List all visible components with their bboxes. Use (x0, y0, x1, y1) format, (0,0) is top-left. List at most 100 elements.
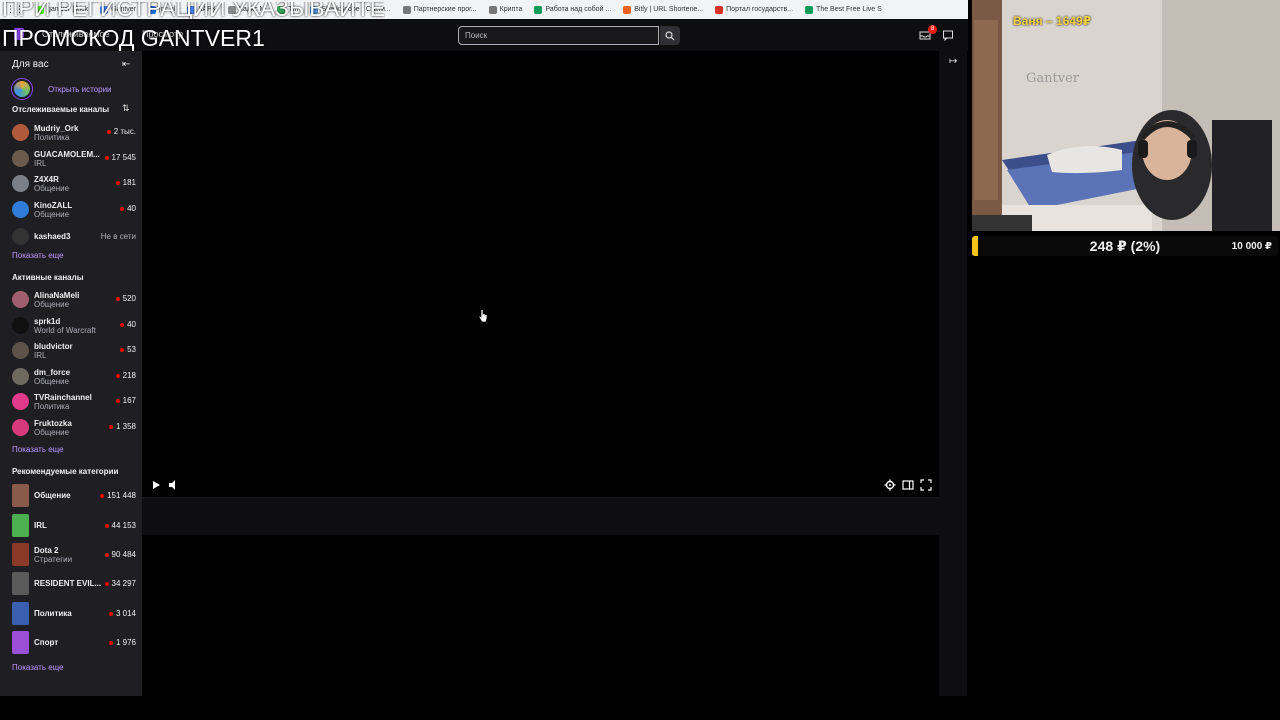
live-dot-icon (106, 129, 111, 134)
viewer-count-value: 1 976 (115, 638, 136, 647)
live-dot-icon (104, 523, 109, 528)
open-stories-label: Открыть истории (48, 84, 112, 94)
search-button[interactable] (660, 26, 680, 45)
active-channel-item[interactable]: dm_force Общение 218 (12, 367, 136, 389)
followed-channel-item[interactable]: Z4X4R Общение 181 (12, 174, 136, 196)
open-stories-button[interactable]: Открыть истории (12, 79, 112, 99)
video-player[interactable] (142, 51, 939, 497)
category-item[interactable]: Общение 151 448 (12, 484, 136, 508)
channel-avatar (12, 228, 29, 245)
viewer-count-value: 44 153 (111, 521, 136, 530)
bookmark-favicon-icon (488, 5, 497, 14)
play-icon[interactable] (150, 479, 162, 491)
category-boxart (12, 543, 29, 566)
viewer-count-value: 1 358 (115, 422, 136, 431)
channel-category: Общение (34, 184, 70, 193)
viewer-count: 44 153 (104, 521, 136, 530)
settings-gear-icon[interactable] (884, 479, 896, 491)
viewer-count-value: 167 (122, 396, 136, 405)
channel-name: GUACAMOLEM... (34, 150, 100, 159)
theatre-mode-icon[interactable] (902, 479, 914, 491)
live-dot-icon (115, 180, 120, 185)
expand-chat-icon[interactable]: ↦ (949, 56, 957, 67)
viewer-count-value: 181 (122, 178, 136, 187)
bookmark-item[interactable]: Крипта (483, 5, 529, 14)
active-channels-title: Активные каналы (12, 273, 84, 282)
viewer-count-value: 34 297 (111, 579, 136, 588)
channel-avatar (12, 419, 29, 436)
channel-category: Общение (34, 428, 70, 437)
category-name: Политика (34, 609, 72, 618)
followed-channel-item[interactable]: kashaed3 Не в сети (12, 227, 136, 249)
live-dot-icon (108, 640, 113, 645)
active-channel-item[interactable]: sprk1d World of Warcraft 40 (12, 316, 136, 338)
collapse-sidebar-icon[interactable]: ⇤ (122, 59, 130, 70)
category-name: IRL (34, 521, 47, 530)
category-item[interactable]: Dota 2 Стратегии 90 484 (12, 543, 136, 567)
promo-line-2: ПРОМОКОД GANTVER1 (2, 25, 265, 51)
viewer-count-value: 53 (127, 345, 136, 354)
bookmark-favicon-icon (715, 5, 724, 14)
volume-icon[interactable] (167, 479, 179, 491)
viewer-count: 1 358 (108, 422, 136, 431)
active-channel-item[interactable]: Fruktozka Общение 1 358 (12, 418, 136, 440)
fullscreen-icon[interactable] (920, 479, 932, 491)
bookmark-item[interactable]: Портал государств... (709, 5, 799, 14)
followed-channel-item[interactable]: KinoZALL Общение 40 (12, 200, 136, 222)
viewer-count: 2 тыс. (106, 127, 136, 136)
viewer-count-value: 520 (122, 294, 136, 303)
bookmark-item[interactable]: The Best Free Live S (799, 5, 888, 14)
channel-avatar (12, 175, 29, 192)
bottom-bar (0, 696, 968, 720)
viewer-count: 1 976 (108, 638, 136, 647)
bookmark-label: Крипта (499, 6, 523, 13)
viewer-count: 53 (120, 345, 136, 354)
sort-icon[interactable]: ⇅ (122, 103, 130, 114)
followed-channel-item[interactable]: Mudriy_Ork Политика 2 тыс. (12, 123, 136, 145)
viewer-count: 17 545 (104, 153, 136, 162)
whispers-icon[interactable] (942, 29, 954, 41)
channel-avatar (12, 393, 29, 410)
category-item[interactable]: Спорт 1 976 (12, 631, 136, 655)
bookmark-item[interactable]: Партнерские прог... (397, 5, 483, 14)
donation-goal-bar: 248 ₽ (2%) 10 000 ₽ (972, 236, 1278, 256)
category-boxart (12, 514, 29, 537)
viewer-count-value: 218 (122, 371, 136, 380)
live-dot-icon (104, 552, 109, 557)
active-channel-item[interactable]: AlinaNaMeli Общение 520 (12, 290, 136, 312)
category-name: Dota 2 (34, 546, 59, 555)
bookmark-item[interactable]: Bitly | URL Shortene... (617, 5, 709, 14)
hand-cursor-icon (478, 309, 488, 323)
active-channel-item[interactable]: bludvictor IRL 53 (12, 341, 136, 363)
channel-avatar (12, 317, 29, 334)
category-item[interactable]: RESIDENT EVIL... 34 297 (12, 572, 136, 596)
live-dot-icon (108, 424, 113, 429)
webcam-scene (972, 0, 1280, 231)
category-item[interactable]: IRL 44 153 (12, 514, 136, 538)
channel-name: TVRainchannel (34, 393, 92, 402)
bookmark-item[interactable]: Работа над собой ... (528, 5, 617, 14)
followed-channels-title: Отслеживаемые каналы (12, 105, 110, 114)
live-dot-icon (104, 581, 109, 586)
category-item[interactable]: Политика 3 014 (12, 602, 136, 626)
followed-channel-item[interactable]: GUACAMOLEM... IRL 17 545 (12, 149, 136, 171)
viewer-count: 40 (120, 204, 136, 213)
bookmark-favicon-icon (534, 5, 543, 14)
live-dot-icon (108, 611, 113, 616)
category-name: RESIDENT EVIL... (34, 579, 102, 588)
search-input[interactable]: Поиск (458, 26, 659, 45)
bookmark-favicon-icon (805, 5, 814, 14)
channel-name: Fruktozka (34, 419, 72, 428)
channel-category: Общение (34, 300, 70, 309)
recommended-categories-title: Рекомендуемые категории (12, 467, 119, 476)
active-channel-item[interactable]: TVRainchannel Политика 167 (12, 392, 136, 414)
webcam-feed: Gantver (972, 0, 1280, 231)
show-more-followed[interactable]: Показать еще (12, 251, 64, 260)
show-more-categories[interactable]: Показать еще (12, 663, 64, 672)
show-more-active[interactable]: Показать еще (12, 445, 64, 454)
viewer-count-value: 40 (127, 320, 136, 329)
bookmark-favicon-icon (402, 5, 411, 14)
viewer-count: 40 (120, 320, 136, 329)
offline-status: Не в сети (100, 232, 136, 241)
viewer-count: 90 484 (104, 550, 136, 559)
